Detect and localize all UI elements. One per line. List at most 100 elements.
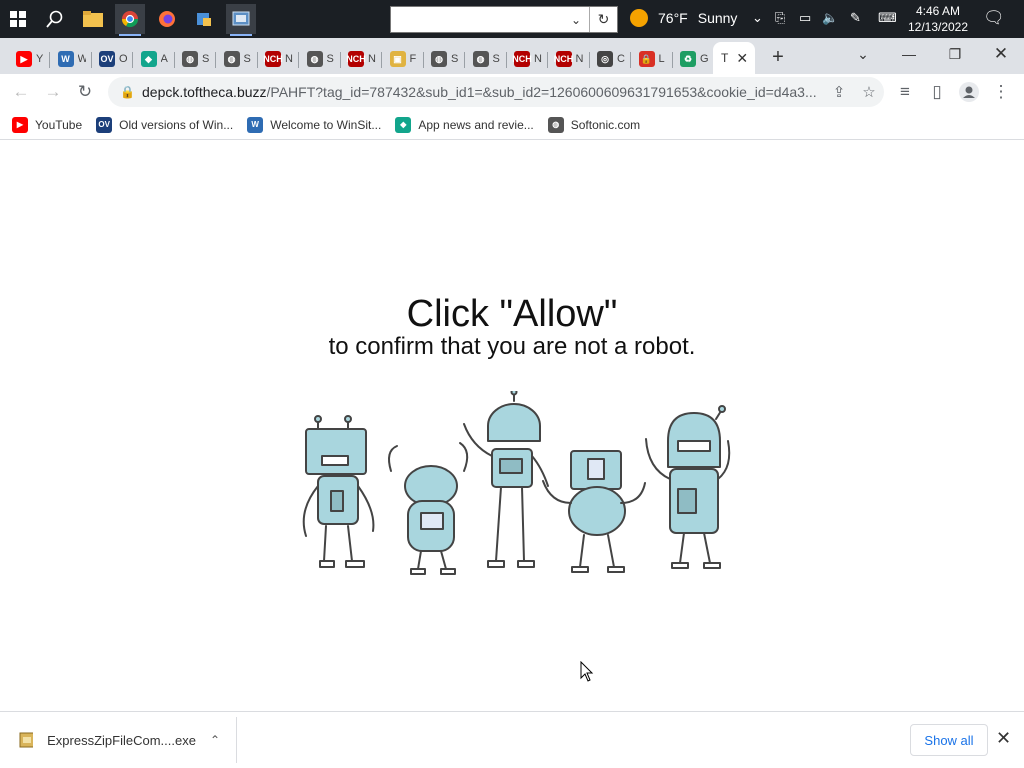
bookmark-label: App news and revie... [418, 117, 534, 132]
youtube-icon: ▶ [16, 51, 32, 67]
weather-temp: 76°F [658, 10, 688, 26]
back-icon[interactable]: ← [8, 79, 34, 105]
file-explorer-icon[interactable] [78, 4, 108, 34]
tab-title: N [368, 53, 376, 65]
tab-strip: ▶ Y W W OV O ◆ A ◍ S ◍ S NCH N ◍ S NCH N ▣ F ◍ S ◍ S NCH N NCH N ◎ C 🔒… [0, 38, 1024, 74]
tab-title: S [451, 53, 459, 65]
reload-icon[interactable]: ↻ [72, 79, 98, 105]
oldversion-icon: OV [99, 51, 115, 67]
lock-icon[interactable]: 🔒 [120, 85, 135, 99]
tab[interactable]: ◍ S [299, 44, 339, 74]
tab[interactable]: NCH N [340, 44, 380, 74]
tab[interactable]: ◎ C [589, 44, 629, 74]
volume-icon[interactable]: 🔈 [822, 10, 838, 26]
bookmark-star-icon[interactable]: ☆ [854, 83, 884, 101]
tab[interactable]: ▶ Y [8, 44, 48, 74]
weather-widget[interactable]: 76°F Sunny [630, 9, 737, 27]
robot-5 [645, 405, 731, 569]
chevron-up-icon[interactable]: ⌃ [210, 733, 220, 747]
bookmark-item[interactable]: ◍ Softonic.com [547, 116, 641, 133]
nch-icon: NCH [263, 51, 283, 67]
tab[interactable]: ◆ A [133, 44, 173, 74]
tab[interactable]: ▣ F [382, 44, 422, 74]
tab-title: N [575, 53, 584, 65]
search-icon[interactable] [40, 4, 70, 34]
side-panel-icon[interactable]: ▯ [924, 79, 950, 105]
tab-title: T [721, 51, 729, 65]
tab[interactable]: ◍ S [465, 44, 505, 74]
tab[interactable]: ◍ S [216, 44, 256, 74]
tab[interactable]: NCH N [506, 44, 546, 74]
tab[interactable]: NCH N [548, 44, 588, 74]
bookmark-item[interactable]: W Welcome to WinSit... [247, 116, 382, 133]
refresh-icon[interactable]: ↻ [589, 7, 617, 32]
tab[interactable]: OV O [91, 44, 131, 74]
chevron-down-icon[interactable]: ⌄ [752, 10, 763, 26]
tab[interactable]: ◍ S [423, 44, 463, 74]
bookmark-label: Welcome to WinSit... [270, 117, 382, 132]
device-icon[interactable]: ⎘ [775, 10, 785, 26]
tab[interactable]: NCH N [257, 44, 297, 74]
winsite-icon: W [247, 116, 264, 133]
tab[interactable]: WW [50, 44, 90, 74]
keyboard-icon[interactable]: ⌨ [878, 10, 897, 26]
globe-icon: ◍ [472, 51, 489, 67]
close-tab-icon[interactable]: ✕ [736, 50, 748, 67]
close-window-button[interactable]: ✕ [978, 38, 1024, 70]
weather-condition: Sunny [697, 10, 738, 26]
bookmark-item[interactable]: ▶ YouTube [12, 116, 82, 133]
share-icon[interactable]: ⇪ [824, 83, 854, 101]
show-all-button[interactable]: Show all [910, 724, 988, 756]
tab-title: A [160, 53, 168, 65]
download-item[interactable]: ExpressZipFileCom....exe ⌃ [0, 717, 237, 763]
profile-avatar-icon[interactable] [956, 79, 982, 105]
menu-icon[interactable]: ⋮ [988, 79, 1014, 105]
download-bar: ExpressZipFileCom....exe ⌃ Show all ✕ [0, 711, 1024, 768]
media-control-icon[interactable]: ≡ [892, 79, 918, 105]
taskbar-clock[interactable]: 4:46 AM 12/13/2022 [900, 3, 976, 35]
chevron-down-icon[interactable]: ⌄ [563, 7, 589, 32]
tab[interactable]: ♻ G [672, 44, 712, 74]
restore-button[interactable]: ❐ [932, 38, 978, 70]
tab[interactable]: ◍ S [174, 44, 214, 74]
network-icon[interactable]: ▭ [799, 10, 811, 26]
bookmark-item[interactable]: ◆ App news and revie... [395, 116, 534, 133]
robot-4 [542, 450, 646, 573]
bookmark-label: Softonic.com [570, 117, 641, 132]
forward-icon[interactable]: → [40, 79, 66, 105]
winsite-icon: W [57, 51, 74, 67]
appnews-icon: ◆ [140, 51, 157, 67]
tab-title: G [700, 53, 708, 65]
taskbar-address-input[interactable] [391, 7, 563, 32]
robot-1 [302, 415, 375, 568]
tab-title: O [119, 53, 127, 65]
clock-date: 12/13/2022 [907, 20, 969, 34]
taskbar-address-box[interactable]: ⌄ ↻ [390, 6, 618, 33]
clock-time: 4:46 AM [915, 4, 961, 18]
bookmark-item[interactable]: OV Old versions of Win... [96, 116, 233, 133]
active-tab[interactable]: T ✕ [713, 42, 755, 74]
sun-icon [630, 9, 648, 27]
notifications-icon[interactable]: 🗨 [983, 8, 1005, 28]
minimize-button[interactable]: — [886, 38, 932, 70]
tab-title: W [77, 53, 86, 65]
firefox-icon[interactable] [152, 4, 182, 34]
page-content: Click "Allow" to confirm that you are no… [0, 141, 1024, 711]
tab-title: S [243, 53, 251, 65]
windows-start-icon[interactable] [3, 4, 33, 34]
tab[interactable]: 🔒 L [631, 44, 671, 74]
installer-icon[interactable] [189, 4, 219, 34]
pen-icon[interactable]: ✎ [850, 10, 861, 26]
chrome-taskbar-icon[interactable] [115, 4, 145, 36]
new-tab-button[interactable]: + [766, 45, 790, 69]
address-bar[interactable]: 🔒 depck.toftheca.buzz /PAHFT?tag_id=7874… [108, 77, 884, 107]
app-window-icon[interactable] [226, 4, 256, 36]
download-filename: ExpressZipFileCom....exe [47, 732, 196, 748]
robot-3 [463, 391, 549, 568]
tab-search-icon[interactable]: ⌄ [840, 38, 886, 70]
browser-toolbar: ← → ↻ 🔒 depck.toftheca.buzz /PAHFT?tag_i… [0, 74, 1024, 110]
tab-title: S [202, 53, 210, 65]
close-download-bar-icon[interactable]: ✕ [996, 728, 1011, 749]
tab-title: N [534, 53, 542, 65]
tab-title: S [492, 53, 500, 65]
